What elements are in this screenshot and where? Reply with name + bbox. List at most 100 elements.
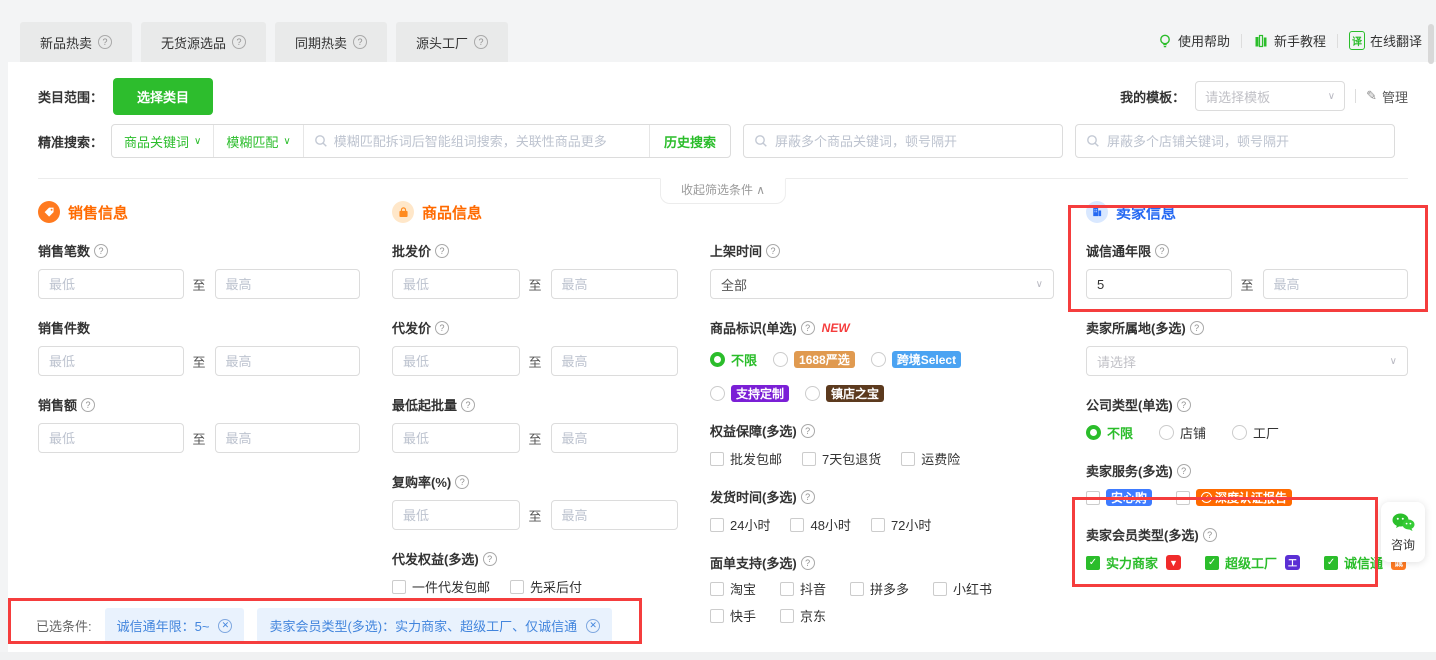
checkbox-shili-shangjia[interactable]: ✓ 实力商家 ▼ xyxy=(1086,553,1181,572)
min-order-min-input[interactable] xyxy=(392,423,520,453)
radio[interactable] xyxy=(773,352,788,367)
dropship-price-min-input[interactable] xyxy=(392,346,520,376)
match-type-dropdown[interactable]: 模糊匹配 ∨ xyxy=(214,125,303,157)
help-icon[interactable]: ? xyxy=(455,475,469,489)
checkbox-shipping-insurance[interactable]: 运费险 xyxy=(901,449,960,468)
checkbox-xiaohongshu[interactable]: 小红书 xyxy=(933,579,992,598)
help-icon[interactable]: ? xyxy=(801,490,815,504)
checkbox-checked[interactable]: ✓ xyxy=(1086,556,1100,570)
tab-no-source[interactable]: 无货源选品 ? xyxy=(141,22,266,62)
help-icon[interactable]: ? xyxy=(435,244,449,258)
radio-tag-crossborder-select[interactable]: 跨境Select xyxy=(871,351,961,368)
checkbox-anxingou[interactable]: 安心购 xyxy=(1086,489,1152,506)
help-icon[interactable]: ? xyxy=(1190,321,1204,335)
help-link[interactable]: 使用帮助 xyxy=(1157,31,1230,50)
template-select[interactable]: 请选择模板 ∨ xyxy=(1195,81,1345,111)
help-icon[interactable]: ? xyxy=(801,556,815,570)
repurchase-rate-max-input[interactable] xyxy=(551,500,679,530)
sales-count-max-input[interactable] xyxy=(215,269,361,299)
help-icon[interactable]: ? xyxy=(98,35,112,49)
checkbox[interactable] xyxy=(392,580,406,594)
dropship-price-max-input[interactable] xyxy=(551,346,679,376)
help-icon[interactable]: ? xyxy=(801,424,815,438)
checkbox[interactable] xyxy=(710,609,724,623)
sales-units-min-input[interactable] xyxy=(38,346,184,376)
checkbox-kuaishou[interactable]: 快手 xyxy=(710,606,756,625)
wholesale-price-max-input[interactable] xyxy=(551,269,679,299)
radio[interactable] xyxy=(1232,425,1247,440)
checkbox[interactable] xyxy=(933,582,947,596)
repurchase-rate-min-input[interactable] xyxy=(392,500,520,530)
help-icon[interactable]: ? xyxy=(353,35,367,49)
sales-amount-min-input[interactable] xyxy=(38,423,184,453)
translate-link[interactable]: 译 在线翻译 xyxy=(1349,31,1422,50)
checkbox[interactable] xyxy=(780,582,794,596)
radio-company-factory[interactable]: 工厂 xyxy=(1232,423,1279,442)
sales-amount-max-input[interactable] xyxy=(215,423,361,453)
manage-template-button[interactable]: ✎ 管理 xyxy=(1366,87,1408,106)
checkbox[interactable] xyxy=(710,452,724,466)
scrollbar-thumb[interactable] xyxy=(1428,24,1434,64)
help-icon[interactable]: ? xyxy=(81,398,95,412)
radio-tag-customizable[interactable]: 支持定制 xyxy=(710,385,789,402)
help-icon[interactable]: ? xyxy=(435,321,449,335)
tutorial-link[interactable]: 新手教程 xyxy=(1253,31,1326,50)
block-shop-keywords-input[interactable] xyxy=(1107,134,1384,149)
checkbox-buy-first-pay-later[interactable]: 先采后付 xyxy=(510,577,582,596)
checkbox[interactable] xyxy=(790,518,804,532)
radio-selected[interactable] xyxy=(710,352,725,367)
seller-location-select[interactable]: 请选择 ∨ xyxy=(1086,346,1408,376)
help-icon[interactable]: ? xyxy=(474,35,488,49)
help-icon[interactable]: ? xyxy=(766,244,780,258)
help-icon[interactable]: ? xyxy=(483,552,497,566)
remove-chip-icon[interactable]: ✕ xyxy=(218,619,232,633)
checkbox-douyin[interactable]: 抖音 xyxy=(780,579,826,598)
select-category-button[interactable]: 选择类目 xyxy=(113,78,213,115)
radio[interactable] xyxy=(1159,425,1174,440)
checkbox-taobao[interactable]: 淘宝 xyxy=(710,579,756,598)
checkbox-chaoji-gongchang[interactable]: ✓ 超级工厂 工 xyxy=(1205,553,1300,572)
chengxintong-years-min-input[interactable] xyxy=(1086,269,1232,299)
help-icon[interactable]: ? xyxy=(1203,528,1217,542)
help-icon[interactable]: ? xyxy=(1155,244,1169,258)
checkbox[interactable] xyxy=(780,609,794,623)
tab-new-hot[interactable]: 新品热卖 ? xyxy=(20,22,132,62)
checkbox[interactable] xyxy=(710,582,724,596)
checkbox[interactable] xyxy=(710,518,724,532)
radio-company-shop[interactable]: 店铺 xyxy=(1159,423,1206,442)
checkbox-checked[interactable]: ✓ xyxy=(1324,556,1338,570)
checkbox[interactable] xyxy=(1086,491,1100,505)
help-icon[interactable]: ? xyxy=(461,398,475,412)
radio-tag-unlimited[interactable]: 不限 xyxy=(710,350,757,369)
wechat-consult-button[interactable]: 咨询 xyxy=(1381,502,1425,562)
radio-company-unlimited[interactable]: 不限 xyxy=(1086,423,1133,442)
checkbox-checked[interactable]: ✓ xyxy=(1205,556,1219,570)
checkbox[interactable] xyxy=(802,452,816,466)
radio-tag-1688-select[interactable]: 1688严选 xyxy=(773,351,855,368)
help-icon[interactable]: ? xyxy=(94,244,108,258)
tab-same-period[interactable]: 同期热卖 ? xyxy=(275,22,387,62)
history-search-button[interactable]: 历史搜索 xyxy=(649,125,730,157)
block-product-keywords-input[interactable] xyxy=(775,134,1052,149)
wholesale-price-min-input[interactable] xyxy=(392,269,520,299)
checkbox-24h[interactable]: 24小时 xyxy=(710,515,770,534)
tab-source-factory[interactable]: 源头工厂 ? xyxy=(396,22,508,62)
radio-tag-store-treasure[interactable]: 镇店之宝 xyxy=(805,385,884,402)
checkbox-free-shipping-dropship[interactable]: 一件代发包邮 xyxy=(392,577,490,596)
chengxintong-years-max-input[interactable] xyxy=(1263,269,1409,299)
help-icon[interactable]: ? xyxy=(1177,464,1191,478)
radio-selected[interactable] xyxy=(1086,425,1101,440)
checkbox-48h[interactable]: 48小时 xyxy=(790,515,850,534)
checkbox-7day-return[interactable]: 7天包退货 xyxy=(802,449,881,468)
checkbox-pinduoduo[interactable]: 拼多多 xyxy=(850,579,909,598)
radio[interactable] xyxy=(710,386,725,401)
remove-chip-icon[interactable]: ✕ xyxy=(586,619,600,633)
checkbox[interactable] xyxy=(871,518,885,532)
checkbox[interactable] xyxy=(901,452,915,466)
keyword-type-dropdown[interactable]: 商品关键词 ∨ xyxy=(112,125,214,157)
checkbox[interactable] xyxy=(1176,491,1190,505)
min-order-max-input[interactable] xyxy=(551,423,679,453)
help-icon[interactable]: ? xyxy=(801,321,815,335)
checkbox-deep-cert-report[interactable]: ✓ 深度认证报告 xyxy=(1176,489,1292,506)
checkbox-72h[interactable]: 72小时 xyxy=(871,515,931,534)
